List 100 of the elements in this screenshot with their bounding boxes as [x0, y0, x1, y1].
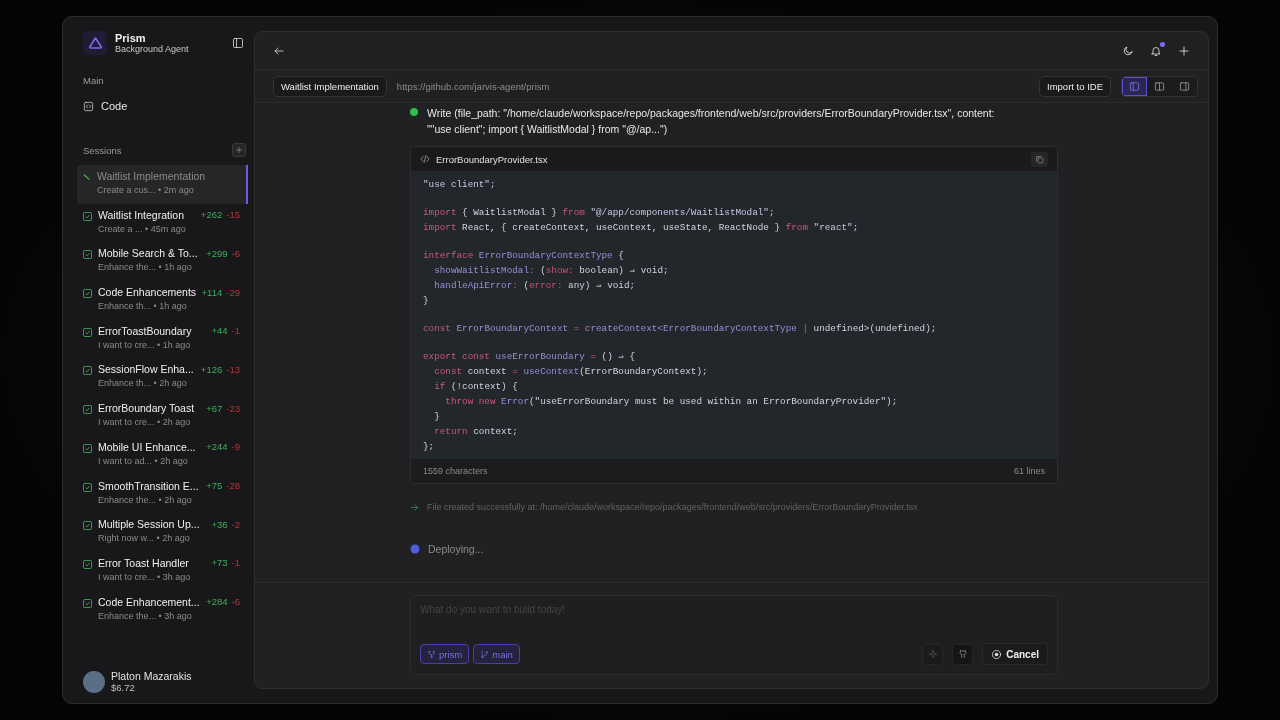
code-line: handleApiError: (error: any) ⇒ void; [433, 279, 637, 293]
import-button[interactable]: Import to IDE [1039, 75, 1111, 97]
session-item[interactable]: Code Enhancements +114 -29 Enhance th... • 1h ago [77, 281, 248, 320]
check-square-icon [83, 250, 92, 260]
lines-removed: -2 [231, 518, 240, 530]
fork-icon [427, 649, 436, 659]
layout-toggle-button[interactable] [1172, 76, 1197, 96]
sidebar-toggle-button[interactable] [232, 37, 244, 49]
code-line: const context = useContext(ErrorBoundaryContext); [433, 365, 709, 379]
check-square-icon [83, 366, 92, 376]
code-icon [83, 100, 94, 112]
cancel-button[interactable]: Cancel [982, 643, 1048, 665]
progress-dot [410, 544, 420, 554]
repo-chip[interactable]: prism [420, 644, 470, 664]
code-line: import { WaitlistModal } from "@/app/components/WaitlistModal"; [423, 206, 776, 220]
session-meta: Create a ... • 45m ago [98, 223, 187, 234]
theme-toggle-button[interactable] [1122, 44, 1134, 57]
lines-added: +73 [211, 557, 228, 569]
session-title: ErrorBoundary Toast [98, 402, 196, 415]
lines-added: +262 [200, 209, 223, 221]
user-name: Platon Mazarakis [111, 670, 193, 682]
session-item[interactable]: Mobile Search & To... +299 -6 Enhance the... • 1h ago [77, 242, 248, 282]
code-line: showWaitlistModal: (show: boolean) ⇒ void; [433, 264, 670, 278]
session-title: Code Enhancements [98, 286, 198, 299]
session-title: Waitlist Integration [98, 208, 185, 221]
session-meta: I want to ad... • 2h ago [98, 455, 189, 466]
code-line: } [433, 410, 441, 424]
session-title: SessionFlow Enha... [98, 363, 195, 376]
add-button[interactable] [1178, 44, 1190, 57]
check-square-icon [83, 521, 92, 531]
plus-icon [235, 146, 243, 154]
lines-added: +284 [206, 596, 228, 608]
check-square-icon [83, 327, 92, 337]
code-line: if (!context) { [433, 380, 519, 394]
user-balance: $6.72 [111, 682, 136, 693]
code-line: }; [423, 440, 436, 454]
lines-removed: -1 [231, 557, 240, 569]
check-square-icon [83, 405, 92, 415]
nav-item[interactable]: Code [63, 100, 254, 112]
session-tab[interactable]: Waitlist Implementation [273, 75, 387, 97]
code-line: } [423, 294, 430, 308]
session-meta: Right now w... • 2h ago [98, 533, 191, 544]
layout-icon [1179, 80, 1190, 92]
line-count: 61 lines [1013, 466, 1045, 476]
lines-added: +114 [201, 286, 223, 298]
lines-removed: -6 [231, 247, 240, 259]
lines-removed: -13 [226, 363, 240, 375]
app-name: Prism [115, 32, 147, 44]
session-meta: Enhance the... • 2h ago [98, 494, 193, 505]
session-item[interactable]: SessionFlow Enha... +126 -13 Enhance th... • 2h ago [77, 358, 248, 398]
section-label: Main [83, 75, 104, 86]
check-square-icon [83, 482, 92, 492]
lines-added: +299 [206, 247, 228, 259]
notifications-button[interactable] [1150, 44, 1162, 57]
lines-added: +244 [206, 441, 228, 453]
layout-toggle-button[interactable] [1147, 76, 1172, 96]
progress-text: Deploying... [428, 543, 484, 555]
code-line: return context; [433, 425, 519, 439]
code-line: "use client"; [423, 178, 497, 192]
check-square-icon [83, 211, 92, 221]
session-meta: I want to cre... • 1h ago [98, 339, 192, 350]
session-item[interactable]: ErrorBoundary Toast +67 -23 I want to cre... • 2h ago [77, 397, 248, 436]
code-line: throw new Error("useErrorBoundary must be used within an ErrorBoundaryProvider"); [444, 395, 899, 409]
session-item[interactable]: Waitlist Integration +262 -15 Create a ... • 45m ago [77, 203, 248, 243]
check-square-icon [83, 289, 92, 299]
session-item[interactable]: Mobile UI Enhance... +244 -9 I want to ad... • 2h ago [77, 435, 248, 475]
app-subtitle: Background Agent [115, 44, 190, 54]
session-item[interactable]: ErrorToastBoundary +44 -1 I want to cre... • 1h ago [77, 319, 248, 359]
session-meta: I want to cre... • 2h ago [98, 417, 192, 428]
session-item[interactable]: SmoothTransition E... +75 -28 Enhance the... • 2h ago [77, 474, 248, 514]
session-title: Mobile Search & To... [98, 247, 199, 260]
lines-added: +36 [211, 518, 228, 530]
branch-chip[interactable]: main [473, 644, 520, 664]
stop-icon [991, 648, 1003, 660]
copy-button[interactable] [1031, 151, 1048, 167]
session-item[interactable]: Error Toast Handler +73 -1 I want to cre... • 3h ago [77, 551, 248, 591]
user-avatar [83, 670, 105, 693]
file-name: ErrorBoundaryProvider.tsx [436, 153, 549, 165]
lines-removed: -23 [226, 402, 240, 414]
session-item[interactable]: Multiple Session Up... +36 -2 Right now w... • 2h ago [77, 513, 248, 552]
code-line: export const useErrorBoundary = () ⇒ { [423, 350, 637, 364]
session-meta: Enhance th... • 1h ago [98, 301, 188, 312]
session-item[interactable]: Code Enhancement... +284 -6 Enhance the... • 3h ago [77, 590, 248, 630]
lines-added: +75 [206, 480, 223, 491]
layout-toggle-button[interactable] [1122, 76, 1147, 96]
session-meta: I want to cre... • 3h ago [98, 571, 192, 582]
repo-link[interactable]: https://github.com/jarvis-agent/prism [396, 80, 1030, 92]
session-item[interactable]: Waitlist Implementation Create a cus... • 2m ago [77, 165, 248, 204]
check-square-icon [83, 443, 92, 453]
layout-icon [1129, 80, 1140, 92]
code-icon [420, 154, 430, 164]
lines-added: +44 [211, 325, 228, 337]
session-title: Waitlist Implementation [97, 170, 207, 182]
session-title: Multiple Session Up... [98, 518, 201, 531]
lines-removed: -29 [226, 286, 240, 298]
copy-icon [1035, 154, 1044, 164]
arrow-right-icon [410, 502, 419, 512]
layout-icon [1154, 80, 1165, 92]
session-meta: Enhance th... • 2h ago [98, 378, 188, 389]
session-title: SmoothTransition E... [98, 479, 200, 492]
